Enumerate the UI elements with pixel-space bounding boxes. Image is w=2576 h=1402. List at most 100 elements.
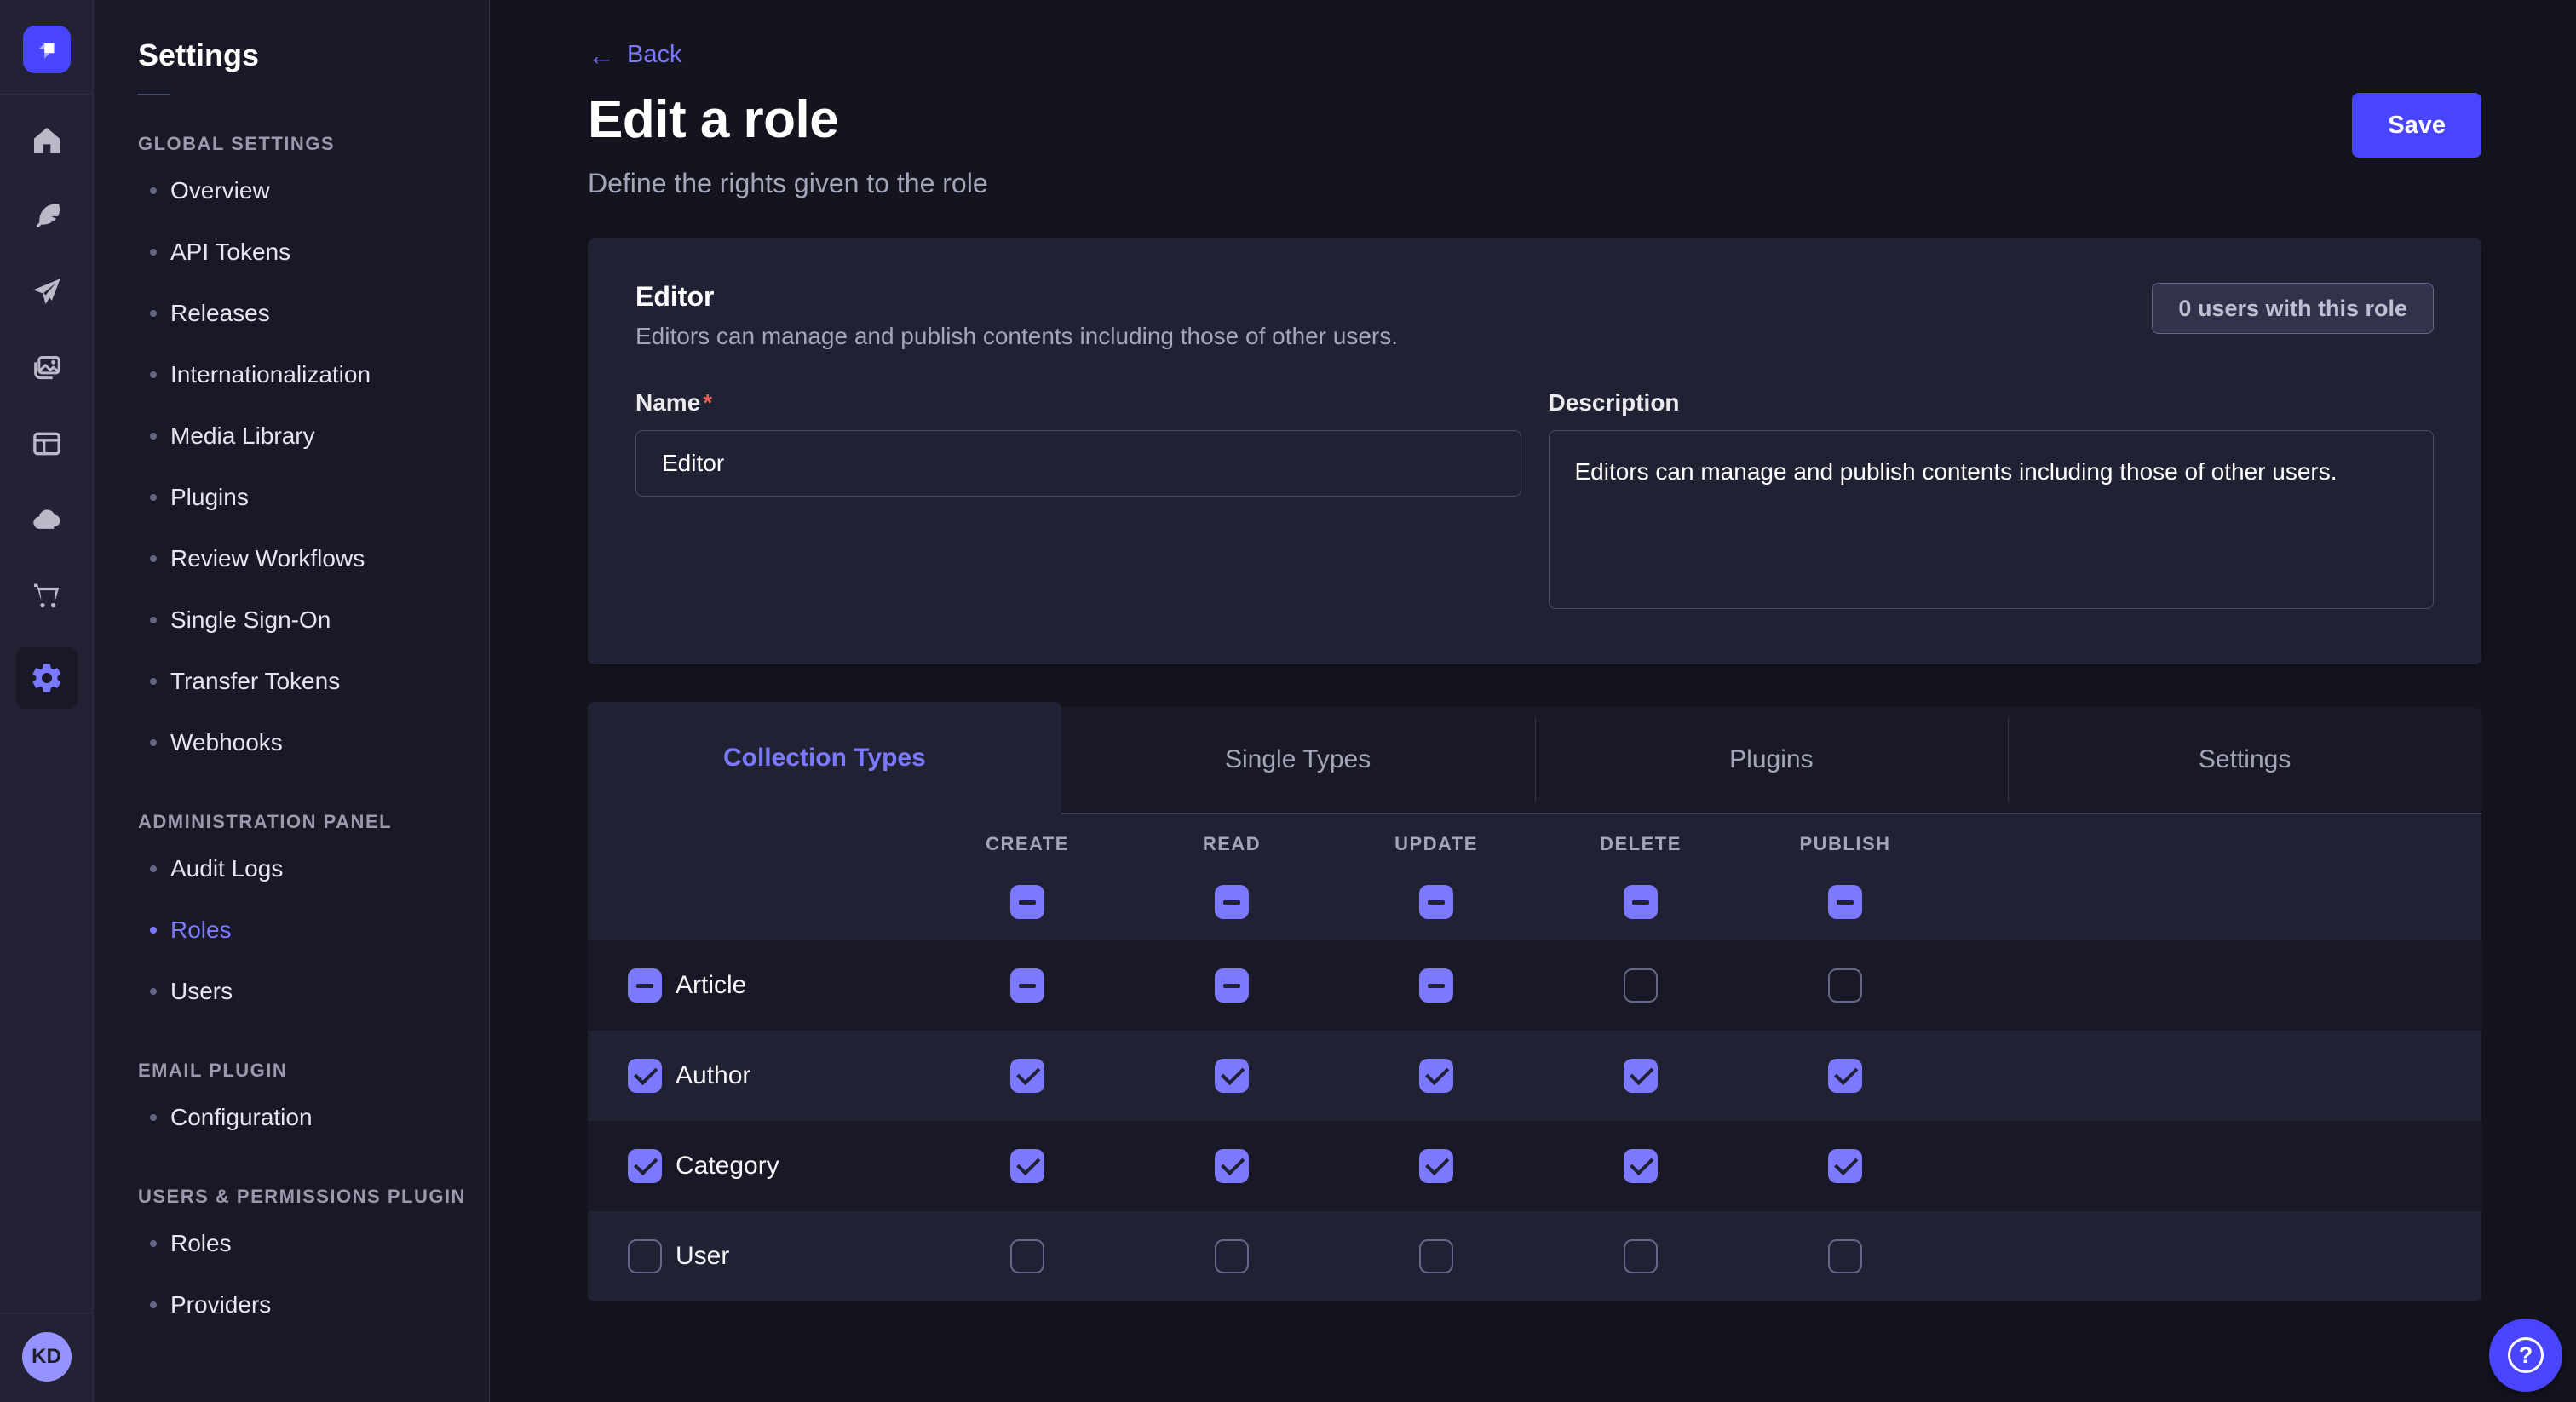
article-publish-checkbox[interactable] <box>1828 968 1862 1003</box>
bullet-icon <box>150 1301 157 1308</box>
content-type-label: Article <box>676 971 746 1000</box>
paper-plane-icon[interactable] <box>23 268 71 316</box>
gear-icon[interactable] <box>16 647 78 709</box>
card-header-text: Editor Editors can manage and publish co… <box>635 281 2152 350</box>
user-create-checkbox[interactable] <box>1010 1239 1044 1273</box>
row-select-checkbox[interactable] <box>628 1149 662 1183</box>
user-avatar[interactable]: KD <box>22 1332 72 1382</box>
category-update-checkbox[interactable] <box>1419 1149 1453 1183</box>
subnav-title: Settings <box>138 37 489 73</box>
main-content: ← Back Edit a role Save Define the right… <box>490 0 2576 1402</box>
description-label: Description <box>1549 389 2435 417</box>
section-label: EMAIL PLUGIN <box>138 1060 489 1082</box>
bullet-icon <box>150 988 157 995</box>
bullet-icon <box>150 249 157 256</box>
section-label: USERS & PERMISSIONS PLUGIN <box>138 1186 489 1208</box>
sidebar-item-single-sign-on[interactable]: Single Sign-On <box>138 589 490 651</box>
author-create-checkbox[interactable] <box>1010 1059 1044 1093</box>
category-read-checkbox[interactable] <box>1215 1149 1249 1183</box>
save-button[interactable]: Save <box>2352 93 2481 158</box>
sidebar-item-configuration[interactable]: Configuration <box>138 1087 490 1148</box>
feather-icon[interactable] <box>23 192 71 240</box>
column-header-update: UPDATE <box>1334 833 1538 855</box>
sidebar-item-plugins[interactable]: Plugins <box>138 467 490 528</box>
content-type-label: Category <box>676 1152 779 1181</box>
sidebar-item-providers[interactable]: Providers <box>138 1274 490 1336</box>
article-update-checkbox[interactable] <box>1419 968 1453 1003</box>
tab-single-types[interactable]: Single Types <box>1061 707 1535 814</box>
settings-subnav: Settings GLOBAL SETTINGS Overview API To… <box>94 0 490 1402</box>
author-read-checkbox[interactable] <box>1215 1059 1249 1093</box>
tab-collection-types[interactable]: Collection Types <box>588 702 1061 814</box>
permission-row-user: User <box>588 1211 2481 1301</box>
back-link[interactable]: ← Back <box>588 41 681 69</box>
bullet-icon <box>150 310 157 317</box>
sidebar-item-users[interactable]: Users <box>138 961 490 1022</box>
article-delete-checkbox[interactable] <box>1624 968 1658 1003</box>
column-header-create: CREATE <box>925 833 1130 855</box>
row-select-checkbox[interactable] <box>628 1239 662 1273</box>
sidebar-item-transfer-tokens[interactable]: Transfer Tokens <box>138 651 490 712</box>
name-input[interactable] <box>635 430 1521 497</box>
row-select-checkbox[interactable] <box>628 968 662 1003</box>
select-all-update-checkbox[interactable] <box>1419 885 1453 919</box>
column-header-publish: PUBLISH <box>1743 833 1947 855</box>
permission-row-author: Author <box>588 1031 2481 1121</box>
tab-plugins[interactable]: Plugins <box>1535 707 2009 814</box>
sidebar-item-audit-logs[interactable]: Audit Logs <box>138 838 490 899</box>
rail-icons <box>16 117 78 709</box>
sidebar-item-overview[interactable]: Overview <box>138 160 490 221</box>
permissions-select-all-row <box>588 864 2481 940</box>
user-publish-checkbox[interactable] <box>1828 1239 1862 1273</box>
author-publish-checkbox[interactable] <box>1828 1059 1862 1093</box>
category-publish-checkbox[interactable] <box>1828 1149 1862 1183</box>
images-icon[interactable] <box>23 344 71 392</box>
select-all-publish-checkbox[interactable] <box>1828 885 1862 919</box>
article-read-checkbox[interactable] <box>1215 968 1249 1003</box>
sidebar-item-roles[interactable]: Roles <box>138 899 490 961</box>
bullet-icon <box>150 865 157 872</box>
sidebar-item-releases[interactable]: Releases <box>138 283 490 344</box>
section-label: GLOBAL SETTINGS <box>138 133 489 155</box>
strapi-logo-icon[interactable] <box>23 26 71 73</box>
bullet-icon <box>150 1240 157 1247</box>
author-delete-checkbox[interactable] <box>1624 1059 1658 1093</box>
category-delete-checkbox[interactable] <box>1624 1149 1658 1183</box>
permissions-tabs: Collection Types Single Types Plugins Se… <box>588 702 2481 814</box>
author-update-checkbox[interactable] <box>1419 1059 1453 1093</box>
sidebar-item-media-library[interactable]: Media Library <box>138 405 490 467</box>
permission-row-article: Article <box>588 940 2481 1031</box>
help-button[interactable]: ? <box>2489 1319 2562 1392</box>
bullet-icon <box>150 555 157 562</box>
sidebar-item-api-tokens[interactable]: API Tokens <box>138 221 490 283</box>
sidebar-item-internationalization[interactable]: Internationalization <box>138 344 490 405</box>
row-select-checkbox[interactable] <box>628 1059 662 1093</box>
cart-icon[interactable] <box>23 572 71 619</box>
user-delete-checkbox[interactable] <box>1624 1239 1658 1273</box>
tab-settings[interactable]: Settings <box>2008 707 2481 814</box>
article-create-checkbox[interactable] <box>1010 968 1044 1003</box>
user-update-checkbox[interactable] <box>1419 1239 1453 1273</box>
cloud-icon[interactable] <box>23 496 71 543</box>
users-with-role-button[interactable]: 0 users with this role <box>2152 283 2434 334</box>
user-read-checkbox[interactable] <box>1215 1239 1249 1273</box>
home-icon[interactable] <box>23 117 71 164</box>
permission-row-category: Category <box>588 1121 2481 1211</box>
category-create-checkbox[interactable] <box>1010 1149 1044 1183</box>
description-field-group: Description Editors can manage and publi… <box>1549 389 2435 613</box>
description-textarea[interactable]: Editors can manage and publish contents … <box>1549 430 2435 609</box>
sidebar-item-webhooks[interactable]: Webhooks <box>138 712 490 773</box>
select-all-delete-checkbox[interactable] <box>1624 885 1658 919</box>
title-row: Edit a role Save <box>588 89 2481 158</box>
bullet-icon <box>150 678 157 685</box>
name-label: Name* <box>635 389 1521 417</box>
sidebar-item-review-workflows[interactable]: Review Workflows <box>138 528 490 589</box>
question-mark-icon: ? <box>2508 1337 2544 1373</box>
select-all-read-checkbox[interactable] <box>1215 885 1249 919</box>
bullet-icon <box>150 617 157 623</box>
sidebar-item-up-roles[interactable]: Roles <box>138 1213 490 1274</box>
card-header: Editor Editors can manage and publish co… <box>635 281 2434 350</box>
select-all-create-checkbox[interactable] <box>1010 885 1044 919</box>
layout-icon[interactable] <box>23 420 71 468</box>
required-asterisk: * <box>703 389 712 416</box>
